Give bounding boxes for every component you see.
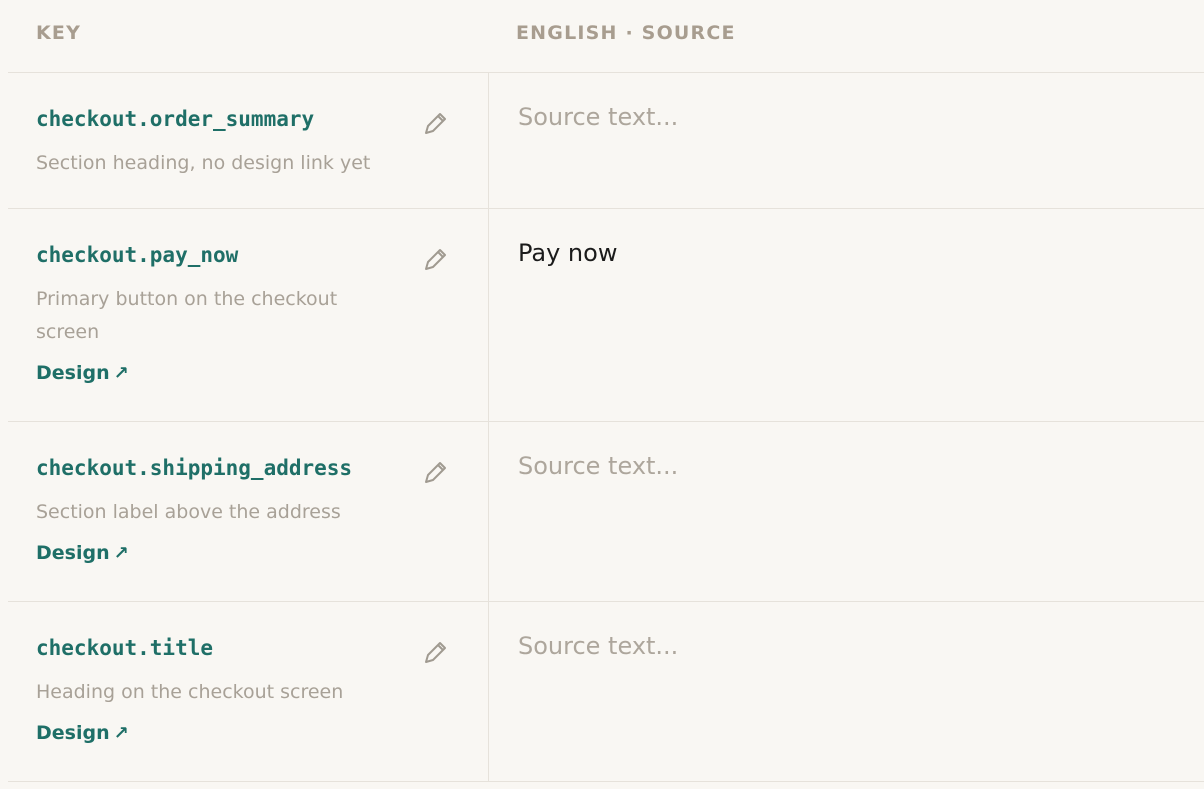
design-link[interactable]: Design ↗: [36, 542, 129, 564]
pencil-icon[interactable]: [420, 458, 450, 488]
key-cell: checkout.pay_now Primary button on the c…: [8, 209, 489, 421]
table-header: KEY ENGLISH · SOURCE: [8, 0, 1204, 73]
design-link-label: Design: [36, 542, 110, 564]
key-description: Heading on the checkout screen: [36, 681, 344, 703]
arrow-up-right-icon: ↗: [113, 363, 129, 384]
key-description: Section heading, no design link yet: [36, 152, 371, 174]
source-text-input[interactable]: Source text...: [518, 103, 678, 131]
key-description: Section label above the address: [36, 501, 341, 523]
arrow-up-right-icon: ↗: [113, 543, 129, 564]
design-link-label: Design: [36, 362, 110, 384]
table-row: checkout.title Heading on the checkout s…: [8, 602, 1204, 782]
design-link[interactable]: Design ↗: [36, 362, 129, 384]
translation-table: KEY ENGLISH · SOURCE checkout.order_summ…: [8, 0, 1204, 782]
design-link[interactable]: Design ↗: [36, 722, 129, 744]
key-name: checkout.shipping_address: [36, 456, 353, 480]
table-row: checkout.shipping_address Section label …: [8, 422, 1204, 602]
table-row: checkout.pay_now Primary button on the c…: [8, 209, 1204, 422]
key-cell: checkout.order_summary Section heading, …: [8, 73, 489, 208]
table-row: checkout.order_summary Section heading, …: [8, 73, 1204, 209]
header-key: KEY: [36, 22, 82, 44]
key-name: checkout.order_summary: [36, 107, 315, 131]
pencil-icon[interactable]: [420, 109, 450, 139]
arrow-up-right-icon: ↗: [113, 723, 129, 744]
key-description: Primary button on the checkout screen: [36, 288, 338, 343]
key-name: checkout.pay_now: [36, 243, 239, 267]
key-cell: checkout.title Heading on the checkout s…: [8, 602, 489, 781]
key-name: checkout.title: [36, 636, 214, 660]
source-text-input[interactable]: Pay now: [518, 239, 617, 267]
source-text-input[interactable]: Source text...: [518, 632, 678, 660]
header-source: ENGLISH · SOURCE: [516, 22, 736, 44]
pencil-icon[interactable]: [420, 245, 450, 275]
source-text-input[interactable]: Source text...: [518, 452, 678, 480]
pencil-icon[interactable]: [420, 638, 450, 668]
key-cell: checkout.shipping_address Section label …: [8, 422, 489, 601]
design-link-label: Design: [36, 722, 110, 744]
